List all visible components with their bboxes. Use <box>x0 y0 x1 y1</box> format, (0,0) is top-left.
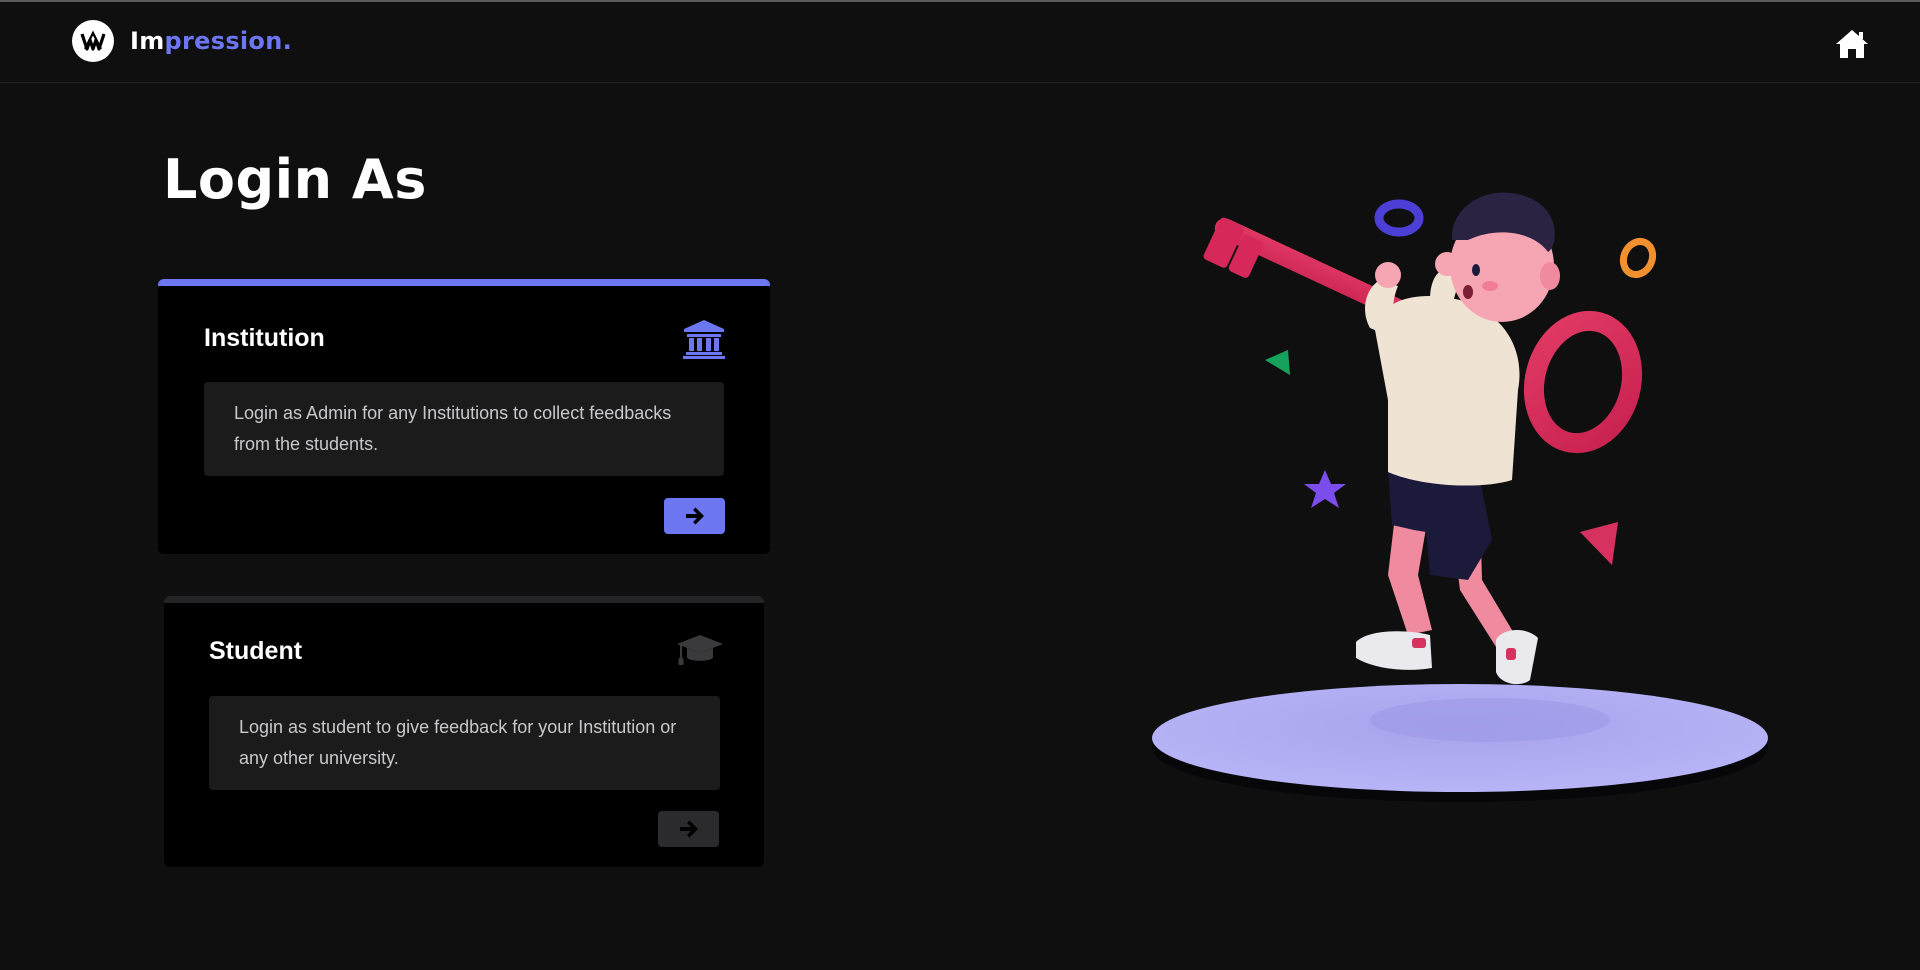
orange-ring-shape <box>1619 237 1657 279</box>
home-button[interactable] <box>1834 28 1870 60</box>
student-card-title: Student <box>209 637 303 665</box>
institution-card-description: Login as Admin for any Institutions to c… <box>204 382 724 476</box>
institution-card-title: Institution <box>204 324 325 352</box>
brand-name-suffix: pression. <box>164 27 293 55</box>
platform-shade <box>1370 698 1610 742</box>
brand-link[interactable]: Impression. <box>72 20 292 62</box>
green-triangle-shape <box>1265 350 1290 375</box>
home-icon <box>1836 30 1868 58</box>
impression-logo-icon <box>72 20 114 62</box>
institution-login-button[interactable] <box>664 498 725 534</box>
boy-with-key-illustration <box>1152 192 1768 802</box>
institution-card: Institution Login as Admin for any Insti… <box>158 279 770 554</box>
navbar: Impression. <box>0 2 1920 83</box>
blue-ring-shape <box>1374 199 1424 237</box>
brand-name: Impression. <box>130 27 292 55</box>
student-card-description: Login as student to give feedback for yo… <box>209 696 720 790</box>
page: Impression. Login As Institution Login a… <box>0 0 1920 970</box>
student-card: Student Login as student to give feedbac… <box>164 596 764 867</box>
pink-triangle-shape <box>1580 522 1618 565</box>
brand-name-prefix: Im <box>130 27 165 55</box>
boy-figure <box>1356 192 1560 685</box>
institution-icon <box>682 319 726 363</box>
student-login-button[interactable] <box>658 811 719 847</box>
page-title: Login As <box>163 148 427 211</box>
purple-star-shape <box>1304 470 1346 508</box>
arrow-right-icon <box>685 507 704 525</box>
arrow-right-icon <box>679 820 698 838</box>
graduation-cap-icon <box>676 633 724 671</box>
